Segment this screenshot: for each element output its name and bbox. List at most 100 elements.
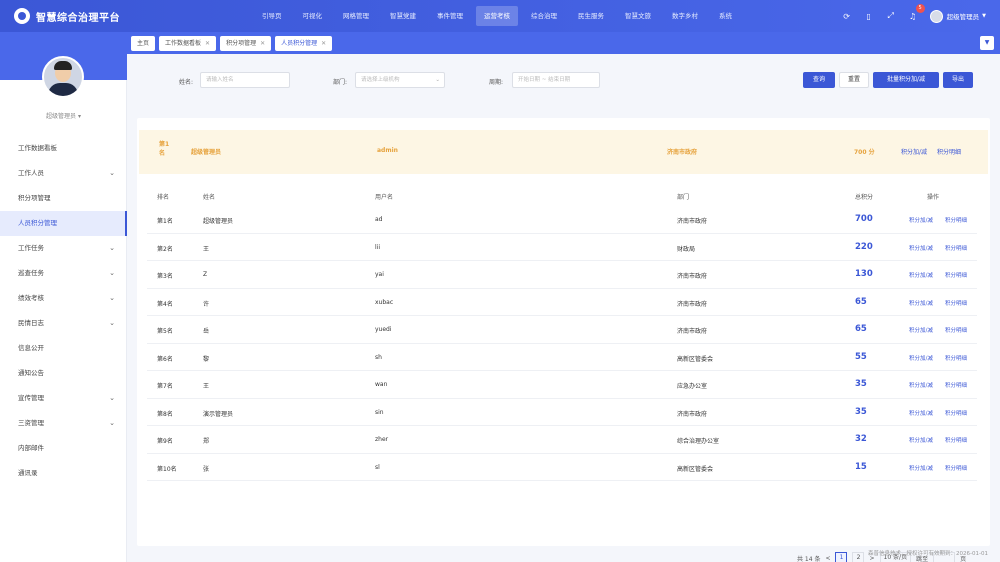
tab-2[interactable]: 积分项管理 ✕ xyxy=(220,35,272,51)
top-detail-link[interactable]: 积分明细 xyxy=(937,147,961,156)
sidebar-item-2[interactable]: 积分项管理 xyxy=(0,186,127,211)
nav-item-0[interactable]: 引导页 xyxy=(254,6,290,26)
score-detail-link[interactable]: 积分明细 xyxy=(945,409,967,417)
sidebar-item-8[interactable]: 信息公开 xyxy=(0,336,127,361)
nav-item-6[interactable]: 综合治理 xyxy=(523,6,565,26)
refresh-icon[interactable]: ⟳ xyxy=(840,9,854,23)
sidebar-user[interactable]: 超级管理员 ▾ xyxy=(0,111,127,120)
sidebar-item-6[interactable]: 绩效考核 ⌄ xyxy=(0,286,127,311)
adjust-score-link[interactable]: 积分加/减 xyxy=(909,354,933,362)
cell-dept: 综合治理办公室 xyxy=(677,438,720,445)
close-icon[interactable]: ✕ xyxy=(205,36,210,51)
pager-prev[interactable]: < xyxy=(825,555,830,562)
table-row: 第2名 王 lii 财政局 220 积分加/减 积分明细 xyxy=(147,234,977,261)
adjust-score-link[interactable]: 积分加/减 xyxy=(909,299,933,307)
close-icon[interactable]: ✕ xyxy=(321,36,326,51)
cell-username: lii xyxy=(375,243,381,251)
pager-page-2[interactable]: 2 xyxy=(852,552,865,562)
cell-rank: 第9名 xyxy=(157,438,173,445)
sidebar-item-9[interactable]: 通知公告 xyxy=(0,361,127,386)
sidebar-item-label: 人员积分管理 xyxy=(18,219,57,227)
score-detail-link[interactable]: 积分明细 xyxy=(945,216,967,224)
nav-item-4[interactable]: 事件管理 xyxy=(429,6,471,26)
app-logo[interactable]: 智慧综合治理平台 xyxy=(14,8,214,24)
sidebar-item-11[interactable]: 三资管理 ⌄ xyxy=(0,411,127,436)
score-detail-link[interactable]: 积分明细 xyxy=(945,381,967,389)
top-adjust-link[interactable]: 积分加/减 xyxy=(901,147,927,156)
adjust-score-link[interactable]: 积分加/减 xyxy=(909,409,933,417)
cell-score: 130 xyxy=(855,269,873,279)
nav-item-10[interactable]: 系统 xyxy=(711,6,740,26)
cell-score: 65 xyxy=(855,296,867,307)
tab-3[interactable]: 人员积分管理 ✕ xyxy=(275,35,333,51)
th-username: 用户名 xyxy=(375,194,394,201)
avatar[interactable] xyxy=(929,9,943,23)
adjust-score-link[interactable]: 积分加/减 xyxy=(909,244,933,252)
batch-score-button[interactable]: 批量积分加/减 xyxy=(873,72,939,88)
nav-item-5[interactable]: 运营考核 xyxy=(476,6,518,26)
pager-page-1[interactable]: 1 xyxy=(835,552,848,562)
nav-item-7[interactable]: 民生服务 xyxy=(570,6,612,26)
tab-bar: 主页 工作数据看板 ✕ 积分项管理 ✕ 人员积分管理 ✕ ▼ xyxy=(127,32,1000,54)
sidebar-item-label: 通知公告 xyxy=(18,369,44,377)
cell-score: 700 xyxy=(855,214,873,224)
cell-dept: 济南市政府 xyxy=(677,328,708,335)
chevron-down-icon[interactable]: ▼ xyxy=(980,36,994,50)
cell-username: sin xyxy=(375,408,384,416)
sidebar-item-10[interactable]: 宣传管理 ⌄ xyxy=(0,386,127,411)
mobile-icon[interactable]: ▯ xyxy=(862,9,876,23)
sidebar-item-1[interactable]: 工作人员 ⌄ xyxy=(0,161,127,186)
sidebar-item-label: 通讯录 xyxy=(18,469,38,477)
header-user-name[interactable]: 超级管理员 xyxy=(947,11,980,21)
notification-badge: 5 xyxy=(915,4,925,13)
top-username: admin xyxy=(377,147,398,154)
score-detail-link[interactable]: 积分明细 xyxy=(945,326,967,334)
adjust-score-link[interactable]: 积分加/减 xyxy=(909,464,933,472)
sidebar-item-label: 信息公开 xyxy=(18,344,44,352)
reset-button[interactable]: 重置 xyxy=(839,72,869,88)
bell-icon[interactable]: ♫ 5 xyxy=(906,4,925,23)
score-detail-link[interactable]: 积分明细 xyxy=(945,299,967,307)
nav-item-3[interactable]: 智慧党建 xyxy=(382,6,424,26)
nav-item-9[interactable]: 数字乡村 xyxy=(664,6,706,26)
nav-item-2[interactable]: 网格管理 xyxy=(335,6,377,26)
sidebar-item-12[interactable]: 内部邮件 xyxy=(0,436,127,461)
chevron-down-icon[interactable]: ▼ xyxy=(982,13,986,19)
score-detail-link[interactable]: 积分明细 xyxy=(945,271,967,279)
table-row: 第5名 岳 yuedi 济南市政府 65 积分加/减 积分明细 xyxy=(147,316,977,344)
dept-placeholder: 请选择上级机构 xyxy=(361,77,400,83)
close-icon[interactable]: ✕ xyxy=(260,36,265,51)
sidebar-item-7[interactable]: 民情日志 ⌄ xyxy=(0,311,127,336)
tab-0[interactable]: 主页 xyxy=(131,35,156,51)
fullscreen-icon[interactable]: ⤢ xyxy=(884,9,898,23)
table-row: 第6名 黎 sh 高新区管委会 55 积分加/减 积分明细 xyxy=(147,344,977,371)
chevron-down-icon: ⌄ xyxy=(109,419,115,427)
score-detail-link[interactable]: 积分明细 xyxy=(945,436,967,444)
sidebar-item-4[interactable]: 工作任务 ⌄ xyxy=(0,236,127,261)
export-button[interactable]: 导出 xyxy=(943,72,973,88)
tab-1[interactable]: 工作数据看板 ✕ xyxy=(159,35,217,51)
sidebar-item-5[interactable]: 巡查任务 ⌄ xyxy=(0,261,127,286)
adjust-score-link[interactable]: 积分加/减 xyxy=(909,381,933,389)
period-range[interactable]: 开始日期 ~ 结束日期 xyxy=(512,72,600,88)
adjust-score-link[interactable]: 积分加/减 xyxy=(909,271,933,279)
dept-select[interactable]: 请选择上级机构 ⌄ xyxy=(355,72,445,88)
nav-item-8[interactable]: 智慧文旅 xyxy=(617,6,659,26)
adjust-score-link[interactable]: 积分加/减 xyxy=(909,216,933,224)
sidebar-item-3[interactable]: 人员积分管理 xyxy=(0,211,127,236)
name-input[interactable]: 请输入姓名 xyxy=(200,72,290,88)
chevron-down-icon: ▾ xyxy=(77,113,81,120)
cell-name: Z xyxy=(203,271,208,278)
query-button[interactable]: 查询 xyxy=(803,72,835,88)
nav-item-1[interactable]: 可视化 xyxy=(295,6,331,26)
adjust-score-link[interactable]: 积分加/减 xyxy=(909,326,933,334)
score-detail-link[interactable]: 积分明细 xyxy=(945,354,967,362)
score-detail-link[interactable]: 积分明细 xyxy=(945,464,967,472)
chevron-down-icon: ⌄ xyxy=(109,244,115,252)
th-op: 操作 xyxy=(927,194,940,201)
sidebar-item-0[interactable]: 工作数据看板 xyxy=(0,136,127,161)
adjust-score-link[interactable]: 积分加/减 xyxy=(909,436,933,444)
sidebar-item-13[interactable]: 通讯录 xyxy=(0,461,127,486)
cell-name: 许 xyxy=(203,300,210,308)
score-detail-link[interactable]: 积分明细 xyxy=(945,244,967,252)
